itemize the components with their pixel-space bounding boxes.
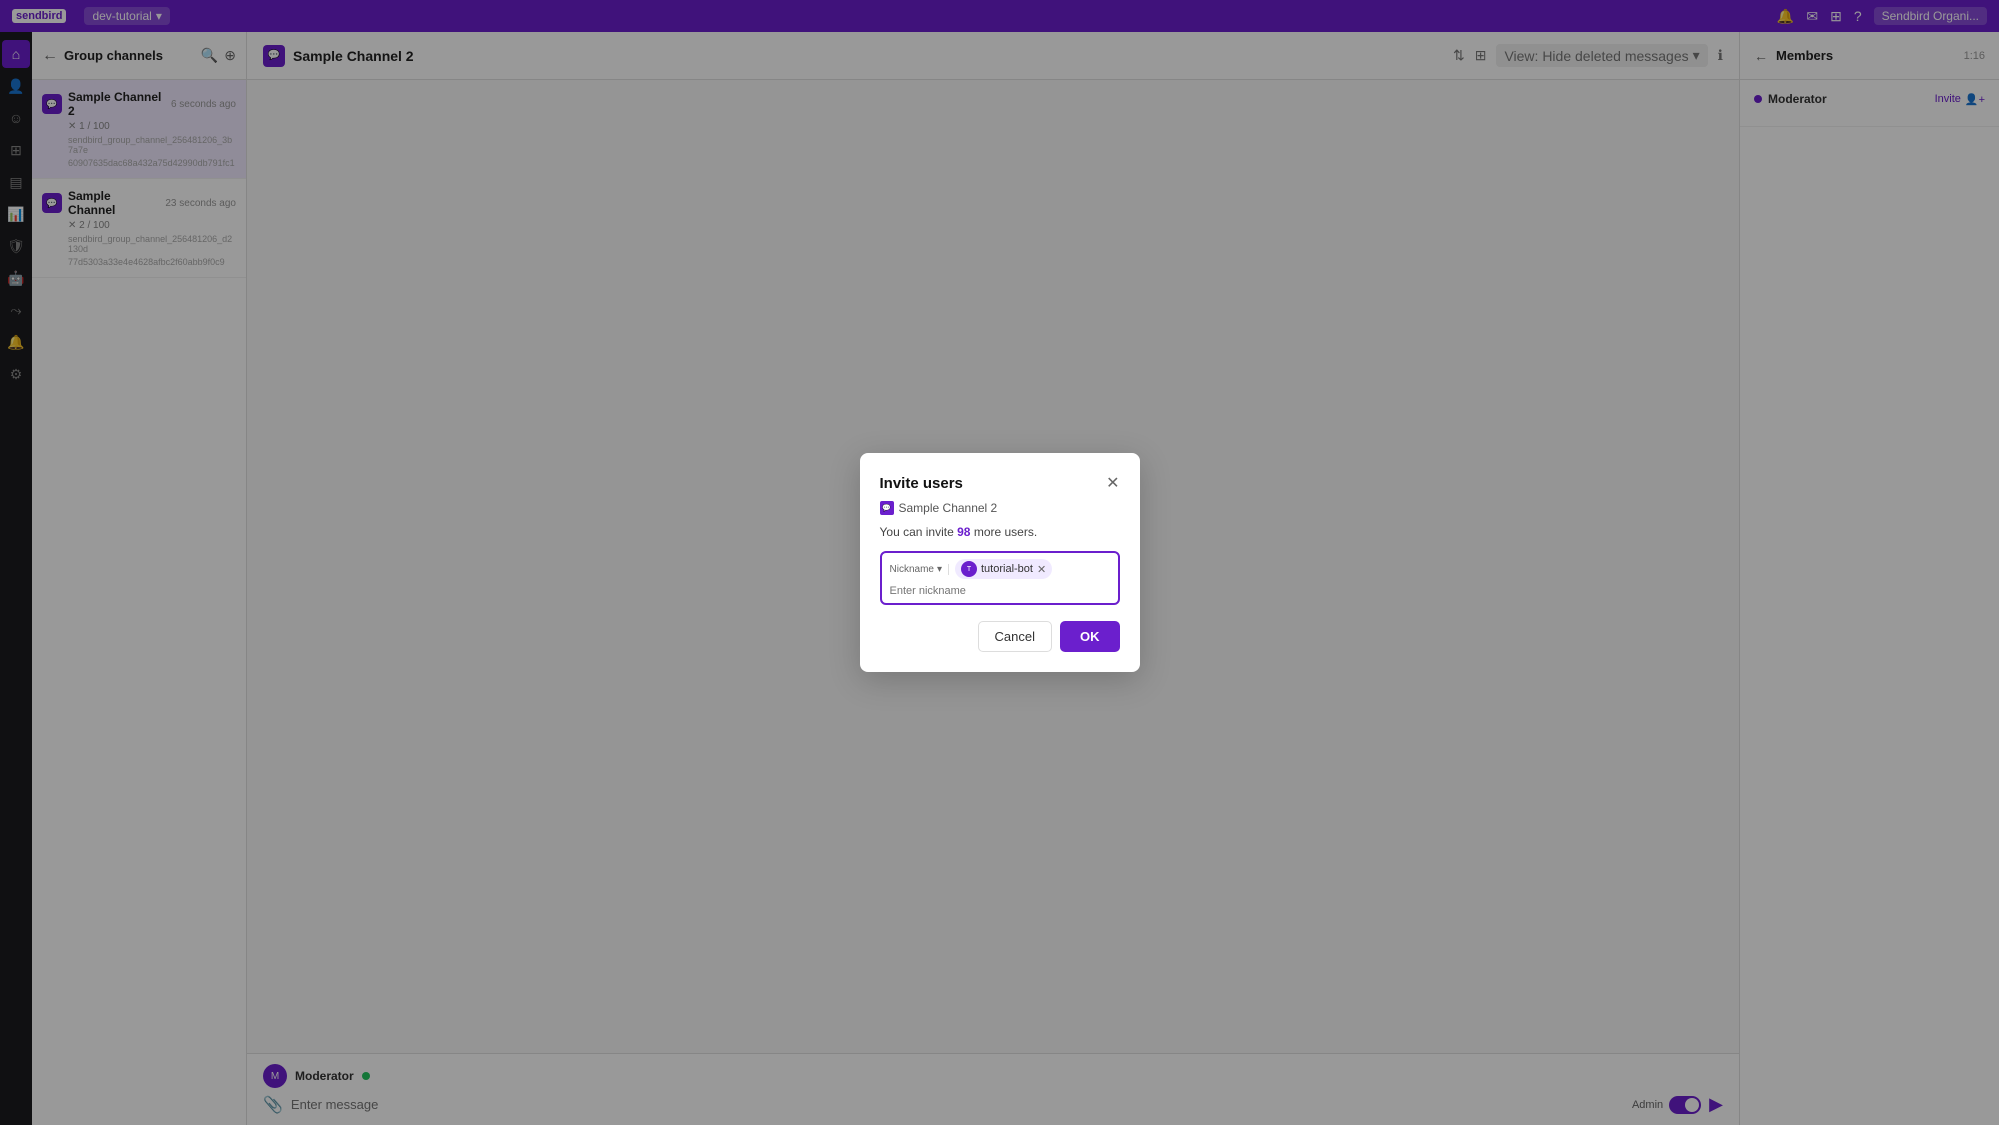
modal-title: Invite users: [880, 475, 963, 492]
modal-actions: Cancel OK: [880, 621, 1120, 652]
modal-info: You can invite 98 more users.: [880, 525, 1120, 539]
filter-dropdown[interactable]: Nickname ▾: [890, 564, 950, 575]
user-tag-avatar: T: [961, 561, 977, 577]
modal-info-suffix: more users.: [970, 525, 1037, 539]
user-tag-name: tutorial-bot: [981, 563, 1033, 575]
user-tag: T tutorial-bot ✕: [955, 559, 1052, 579]
modal-channel-name: Sample Channel 2: [899, 501, 998, 515]
modal-info-prefix: You can invite: [880, 525, 958, 539]
ok-button[interactable]: OK: [1060, 621, 1120, 652]
filter-label: Nickname: [890, 564, 934, 575]
filter-chevron-icon: ▾: [937, 564, 942, 575]
user-tag-remove-button[interactable]: ✕: [1037, 563, 1046, 576]
invite-users-modal: Invite users ✕ 💬 Sample Channel 2 You ca…: [860, 453, 1140, 672]
nickname-input[interactable]: [890, 585, 1110, 597]
modal-header: Invite users ✕: [880, 473, 1120, 493]
modal-channel-icon: 💬: [880, 501, 894, 515]
modal-overlay[interactable]: Invite users ✕ 💬 Sample Channel 2 You ca…: [0, 0, 1999, 1125]
invite-count: 98: [957, 525, 970, 539]
modal-channel-ref: 💬 Sample Channel 2: [880, 501, 1120, 515]
invite-input-row: Nickname ▾ T tutorial-bot ✕: [880, 551, 1120, 605]
modal-close-button[interactable]: ✕: [1106, 473, 1119, 493]
cancel-button[interactable]: Cancel: [978, 621, 1052, 652]
